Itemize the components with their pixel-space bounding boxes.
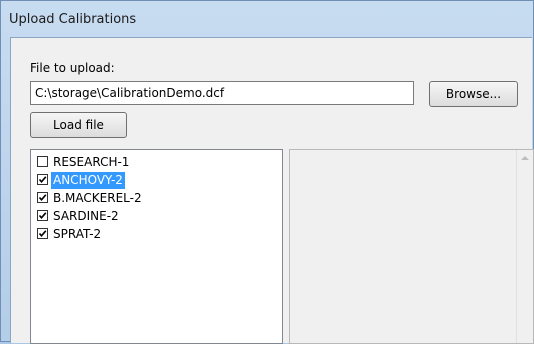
checkbox-unchecked-icon[interactable] xyxy=(37,156,48,167)
checkbox-checked-icon[interactable] xyxy=(37,210,48,221)
calibration-list[interactable]: RESEARCH-1 ANCHOVY-2 B.MACKEREL-2 SARDIN… xyxy=(30,149,283,344)
window-title: Upload Calibrations xyxy=(9,12,137,27)
calibration-label: SPRAT-2 xyxy=(53,227,102,241)
checkbox-checked-icon[interactable] xyxy=(37,228,48,239)
scroll-up-arrow-icon[interactable] xyxy=(521,156,529,160)
calibration-label: RESEARCH-1 xyxy=(53,155,130,169)
checkbox-checked-icon[interactable] xyxy=(37,192,48,203)
browse-button[interactable]: Browse... xyxy=(429,81,518,107)
calibration-label: ANCHOVY-2 xyxy=(51,172,125,189)
calibration-label: B.MACKEREL-2 xyxy=(53,191,142,205)
dialog-client-area: File to upload: Browse... Load file RESE… xyxy=(10,37,534,344)
calibration-label: SARDINE-2 xyxy=(53,209,119,223)
checkbox-checked-icon[interactable] xyxy=(37,174,48,185)
dialog-window: Upload Calibrations File to upload: Brow… xyxy=(0,0,534,344)
vertical-scrollbar[interactable] xyxy=(516,150,533,343)
calibration-details-pane xyxy=(289,149,534,344)
file-path-input[interactable] xyxy=(30,81,414,105)
file-to-upload-label: File to upload: xyxy=(30,61,115,75)
load-file-button[interactable]: Load file xyxy=(30,112,127,138)
